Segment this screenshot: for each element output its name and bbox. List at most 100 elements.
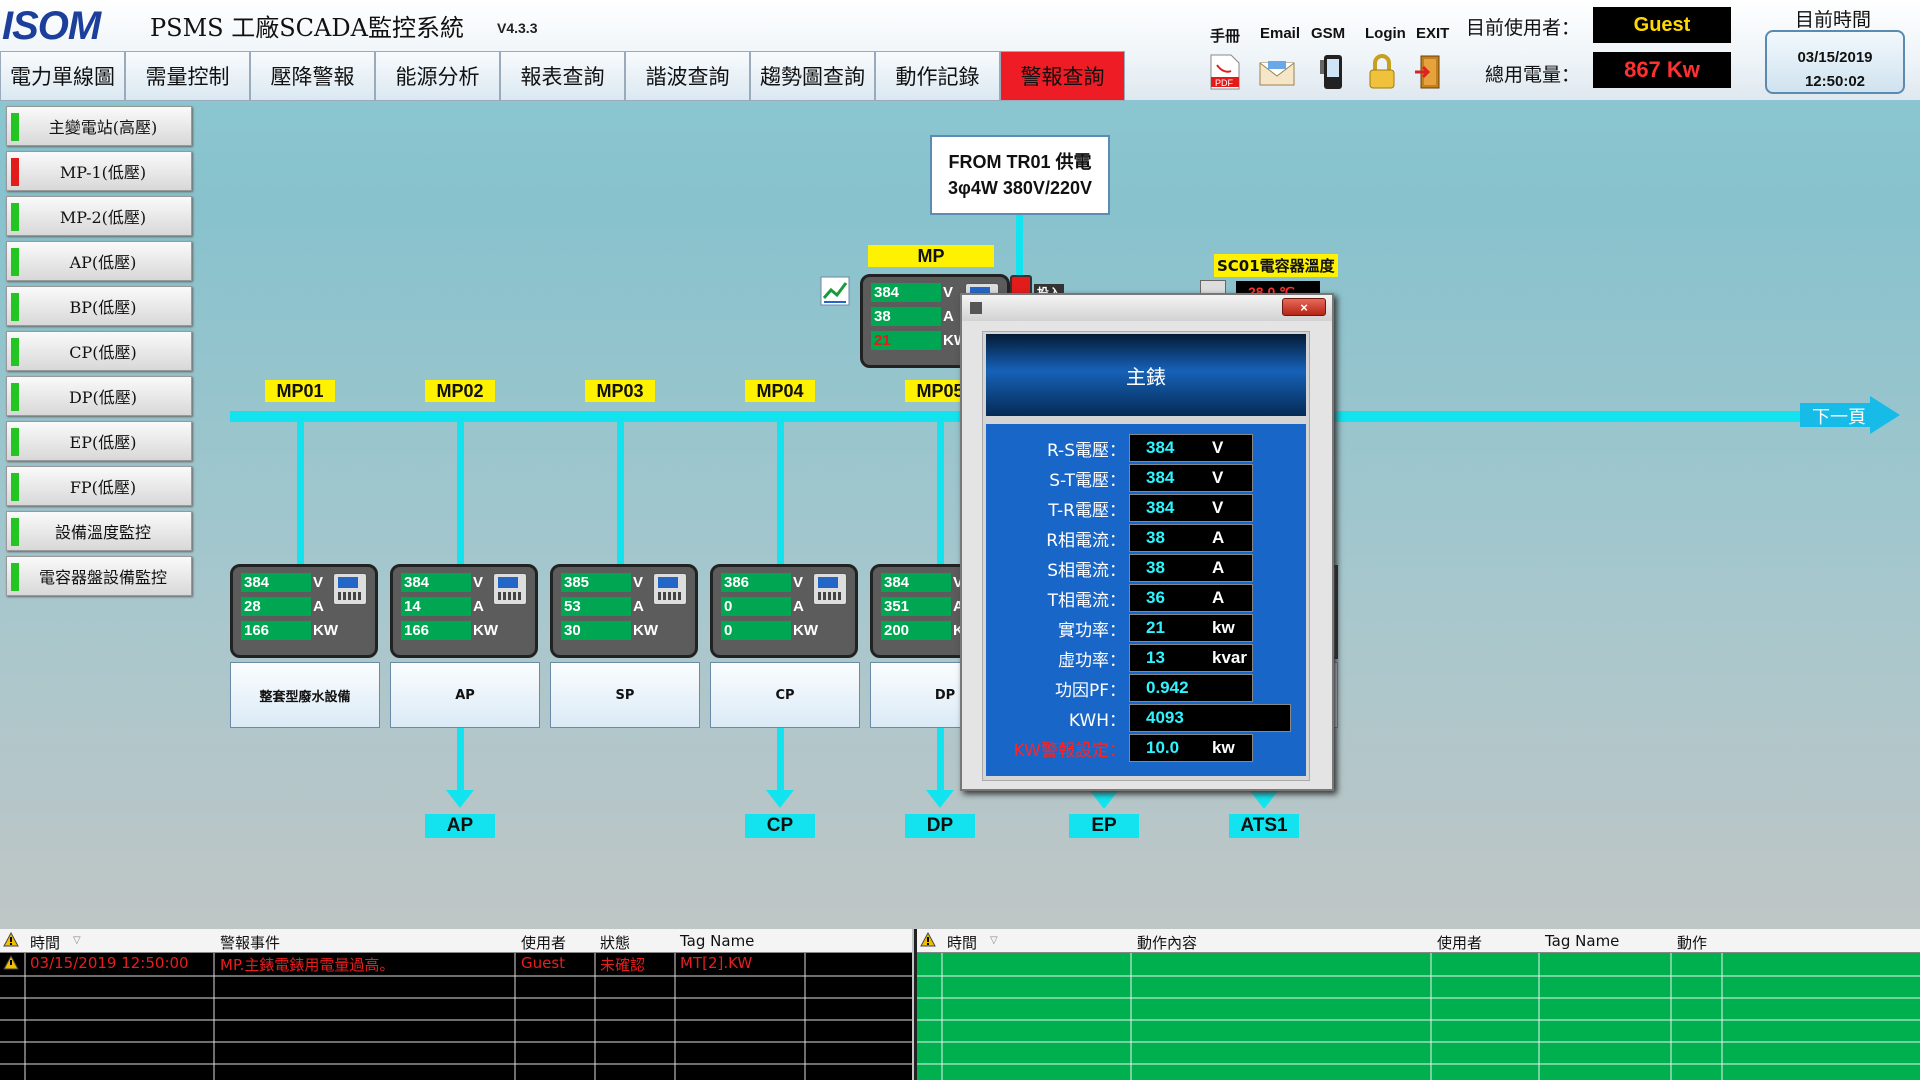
alarm-col-event[interactable]: 警報事件 (220, 932, 280, 953)
action-col-action[interactable]: 動作 (1677, 932, 1707, 953)
sidebar-item-fp[interactable]: FP(低壓) (6, 466, 192, 506)
source-line1: FROM TR01 供電 (948, 152, 1092, 172)
status-indicator (11, 293, 19, 321)
sort-icon[interactable]: ▽ (73, 935, 81, 946)
sidebar-item-cp[interactable]: CP(低壓) (6, 331, 192, 371)
feeder-line (457, 420, 464, 566)
table-row[interactable]: 03/15/2019 12:50:00 MP.主錶電錶用電量過高。 Guest … (0, 953, 912, 975)
tab-energy-analysis[interactable]: 能源分析 (375, 51, 500, 101)
email-icon[interactable] (1258, 52, 1296, 92)
alarm-cell-time: 03/15/2019 12:50:00 (30, 954, 189, 972)
meter-unit-v: V (633, 574, 644, 591)
alarm-col-user[interactable]: 使用者 (521, 932, 566, 953)
tab-single-line-diagram[interactable]: 電力單線圖 (0, 51, 125, 101)
meter-current: 53 (561, 597, 631, 616)
gsm-phone-icon[interactable] (1313, 52, 1351, 92)
alarm-cell-status: 未確認 (600, 956, 646, 974)
sidebar-item-ep[interactable]: EP(低壓) (6, 421, 192, 461)
meter-current: 38 (871, 307, 941, 326)
alarm-cell-user: Guest (521, 954, 566, 972)
sidebar-item-dp[interactable]: DP(低壓) (6, 376, 192, 416)
meter-voltage: 386 (721, 573, 791, 592)
alarm-grid: 時間 ▽ 警報事件 使用者 狀態 Tag Name 03/15/2019 12:… (0, 929, 912, 1080)
meter-unit-a: A (943, 308, 954, 325)
feeder-label: MP01 (265, 380, 335, 402)
clock-date: 03/15/2019 (1797, 49, 1873, 66)
reading-unit: A (1212, 558, 1225, 577)
reading-row: 功因PF： 0.942 (986, 674, 1306, 702)
alarm-col-time[interactable]: 時間 (30, 932, 60, 953)
sidebar-item-capacitor-panel[interactable]: 電容器盤設備監控 (6, 556, 192, 596)
tab-voltage-drop-alarm[interactable]: 壓降警報 (250, 51, 375, 101)
status-indicator (11, 428, 19, 456)
alarm-grid-header: 時間 ▽ 警報事件 使用者 狀態 Tag Name (0, 929, 912, 953)
meter-unit-a: A (793, 598, 804, 615)
sidebar-item-label: BP(低壓) (69, 298, 137, 317)
lock-login-icon[interactable] (1363, 52, 1401, 92)
action-col-user[interactable]: 使用者 (1437, 932, 1482, 953)
sort-icon[interactable]: ▽ (990, 935, 998, 946)
reading-label: T-R電壓： (1048, 501, 1126, 521)
tab-trend-query[interactable]: 趨勢圖查詢 (750, 51, 875, 101)
sidebar-item-label: 主變電站(高壓) (48, 118, 158, 137)
load-box[interactable]: SP (550, 662, 700, 728)
status-indicator (11, 473, 19, 501)
reading-row: KW警報設定： 10.0 kw (986, 734, 1306, 762)
tab-report-query[interactable]: 報表查詢 (500, 51, 625, 101)
sidebar-item-label: FP(低壓) (69, 478, 137, 497)
status-indicator (11, 113, 19, 141)
status-indicator (11, 518, 19, 546)
tab-harmonic-query[interactable]: 諧波查詢 (625, 51, 750, 101)
action-col-content[interactable]: 動作內容 (1137, 932, 1197, 953)
reading-value: 0.942 (1146, 678, 1189, 697)
dest-label-ep: EP (1069, 814, 1139, 838)
exit-door-icon[interactable] (1411, 52, 1449, 92)
sidebar-item-ap[interactable]: AP(低壓) (6, 241, 192, 281)
pdf-manual-icon[interactable]: PDF (1205, 52, 1243, 92)
current-time-label: 目前時間 (1795, 9, 1872, 31)
sidebar-item-main-substation[interactable]: 主變電站(高壓) (6, 106, 192, 146)
next-page-button[interactable]: 下一頁 (1800, 396, 1900, 434)
reading-value-box[interactable]: 10.0 kw (1129, 734, 1253, 762)
alarm-cell-tag: MT[2].KW (680, 954, 753, 972)
load-box[interactable]: AP (390, 662, 540, 728)
sc01-temp-label: SC01電容器溫度 (1214, 254, 1338, 277)
action-col-tag[interactable]: Tag Name (1545, 932, 1619, 950)
feeder-meter-panel[interactable]: 386 V 0 A 0 KW (710, 564, 858, 658)
reading-unit: V (1212, 468, 1224, 487)
current-user-value: Guest (1593, 7, 1731, 43)
login-label: Login (1365, 25, 1406, 42)
action-col-time[interactable]: 時間 (947, 932, 977, 953)
reading-value: 13 (1146, 648, 1165, 667)
reading-unit: kw (1212, 738, 1235, 757)
load-box[interactable]: 整套型廢水設備 (230, 662, 380, 728)
reading-value: 21 (1146, 618, 1165, 637)
tab-alarm-query[interactable]: 警報查詢 (1000, 51, 1125, 101)
load-box[interactable]: CP (710, 662, 860, 728)
feeder-meter-panel[interactable]: 385 V 53 A 30 KW (550, 564, 698, 658)
reading-value-box: 384 V (1129, 494, 1253, 522)
reading-value: 36 (1146, 588, 1165, 607)
sidebar-item-bp[interactable]: BP(低壓) (6, 286, 192, 326)
sidebar-item-equipment-temp[interactable]: 設備溫度監控 (6, 511, 192, 551)
tab-demand-control[interactable]: 需量控制 (125, 51, 250, 101)
reading-value-box: 38 A (1129, 554, 1253, 582)
alarm-col-status[interactable]: 狀態 (600, 932, 630, 953)
feeder-label: MP02 (425, 380, 495, 402)
dest-arrow-icon (766, 790, 794, 808)
feeder-meter-panel[interactable]: 384 V 14 A 166 KW (390, 564, 538, 658)
tab-action-log[interactable]: 動作記錄 (875, 51, 1000, 101)
feeder-line (937, 420, 944, 566)
sidebar-item-mp2[interactable]: MP-2(低壓) (6, 196, 192, 236)
reading-value-box: 0.942 (1129, 674, 1253, 702)
exit-label: EXIT (1416, 25, 1450, 42)
reading-label: 實功率： (1058, 621, 1126, 641)
dest-line (937, 728, 944, 790)
trend-chart-icon[interactable] (820, 276, 850, 310)
sidebar-item-mp1[interactable]: MP-1(低壓) (6, 151, 192, 191)
alarm-col-tag[interactable]: Tag Name (680, 932, 754, 950)
popup-close-button[interactable]: × (1282, 298, 1326, 316)
meter-power: 0 (721, 621, 791, 640)
popup-titlebar[interactable]: × (962, 295, 1332, 321)
feeder-meter-panel[interactable]: 384 V 28 A 166 KW (230, 564, 378, 658)
